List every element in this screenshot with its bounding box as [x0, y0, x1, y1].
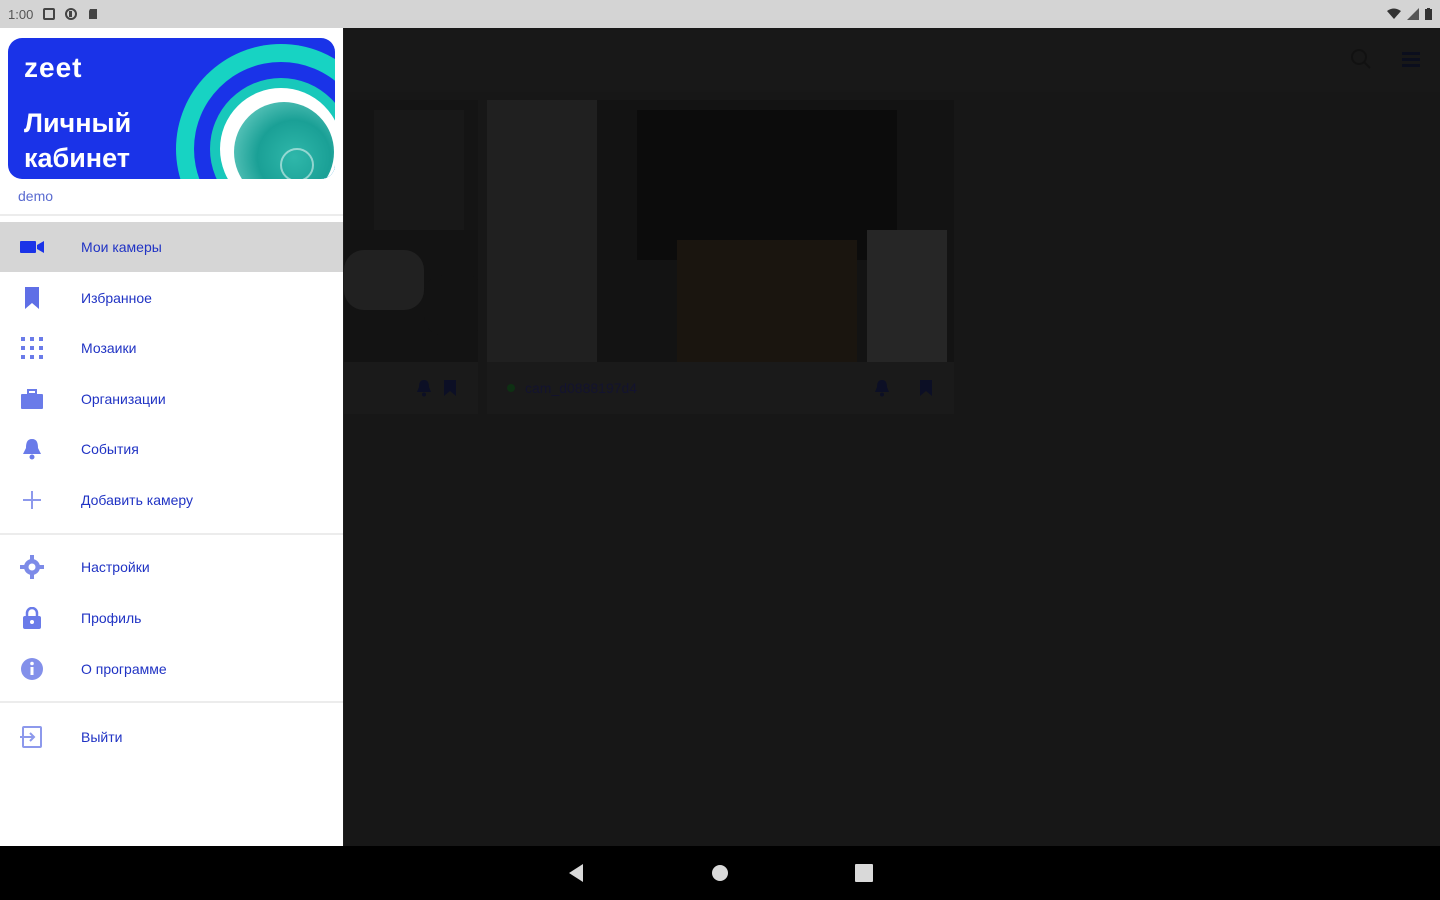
notification-square-icon	[43, 8, 56, 20]
menu-item-mosaics[interactable]: Мозаики	[0, 323, 343, 373]
grid-icon	[20, 336, 44, 360]
home-button[interactable]	[707, 860, 733, 886]
plus-icon	[20, 488, 44, 512]
back-button[interactable]	[563, 860, 589, 886]
menu-item-settings[interactable]: Настройки	[0, 542, 343, 592]
videocam-icon	[20, 235, 44, 259]
notification-circle-icon	[65, 8, 78, 20]
status-time: 1:00	[8, 6, 34, 22]
bookmark-icon	[20, 286, 44, 310]
menu-item-events[interactable]: События	[0, 424, 343, 474]
info-icon	[20, 657, 44, 681]
gear-icon	[20, 555, 44, 579]
menu-item-label: Мозаики	[81, 340, 137, 356]
menu-item-my-cameras[interactable]: Мои камеры	[0, 222, 343, 272]
menu-item-label: События	[81, 441, 139, 457]
menu-item-label: Мои камеры	[81, 239, 162, 255]
menu-item-label: Организации	[81, 391, 166, 407]
sd-card-icon	[89, 9, 98, 19]
menu-item-organizations[interactable]: Организации	[0, 374, 343, 424]
recents-button[interactable]	[851, 860, 877, 886]
menu-item-label: Избранное	[81, 290, 152, 306]
divider	[0, 701, 343, 703]
lock-icon	[20, 606, 44, 630]
menu-item-logout[interactable]: Выйти	[0, 712, 343, 762]
back-triangle-icon	[569, 864, 583, 882]
menu-item-label: Настройки	[81, 559, 150, 575]
logout-icon	[20, 725, 44, 749]
zeet-logo: zeet	[24, 52, 83, 83]
menu-item-profile[interactable]: Профиль	[0, 593, 343, 643]
menu-item-add-camera[interactable]: Добавить камеру	[0, 475, 343, 525]
main-content: cam_d0888197d4	[344, 28, 1440, 846]
menu-item-label: Добавить камеру	[81, 492, 194, 508]
system-navigation-bar	[0, 846, 1440, 900]
menu-item-favorites[interactable]: Избранное	[0, 273, 343, 323]
signal-icon	[1407, 8, 1419, 20]
menu-item-label: Выйти	[81, 729, 123, 745]
recents-square-icon	[855, 864, 873, 882]
bell-icon	[20, 437, 44, 461]
status-bar: 1:00	[0, 0, 1440, 28]
menu-item-label: О программе	[81, 661, 167, 677]
navigation-drawer: zeet Личный кабинет demo Мои камеры Избр…	[0, 28, 344, 846]
menu-item-about[interactable]: О программе	[0, 644, 343, 694]
wifi-icon	[1387, 8, 1401, 19]
banner-title: Личный кабинет	[24, 108, 132, 173]
username: demo	[18, 188, 54, 204]
battery-icon	[1425, 8, 1432, 20]
briefcase-icon	[20, 387, 44, 411]
drawer-scrim[interactable]	[344, 28, 1440, 846]
menu-item-label: Профиль	[81, 610, 142, 626]
home-circle-icon	[712, 865, 728, 881]
drawer-header-banner: zeet Личный кабинет	[8, 38, 335, 179]
divider	[0, 533, 343, 535]
divider	[0, 214, 343, 216]
